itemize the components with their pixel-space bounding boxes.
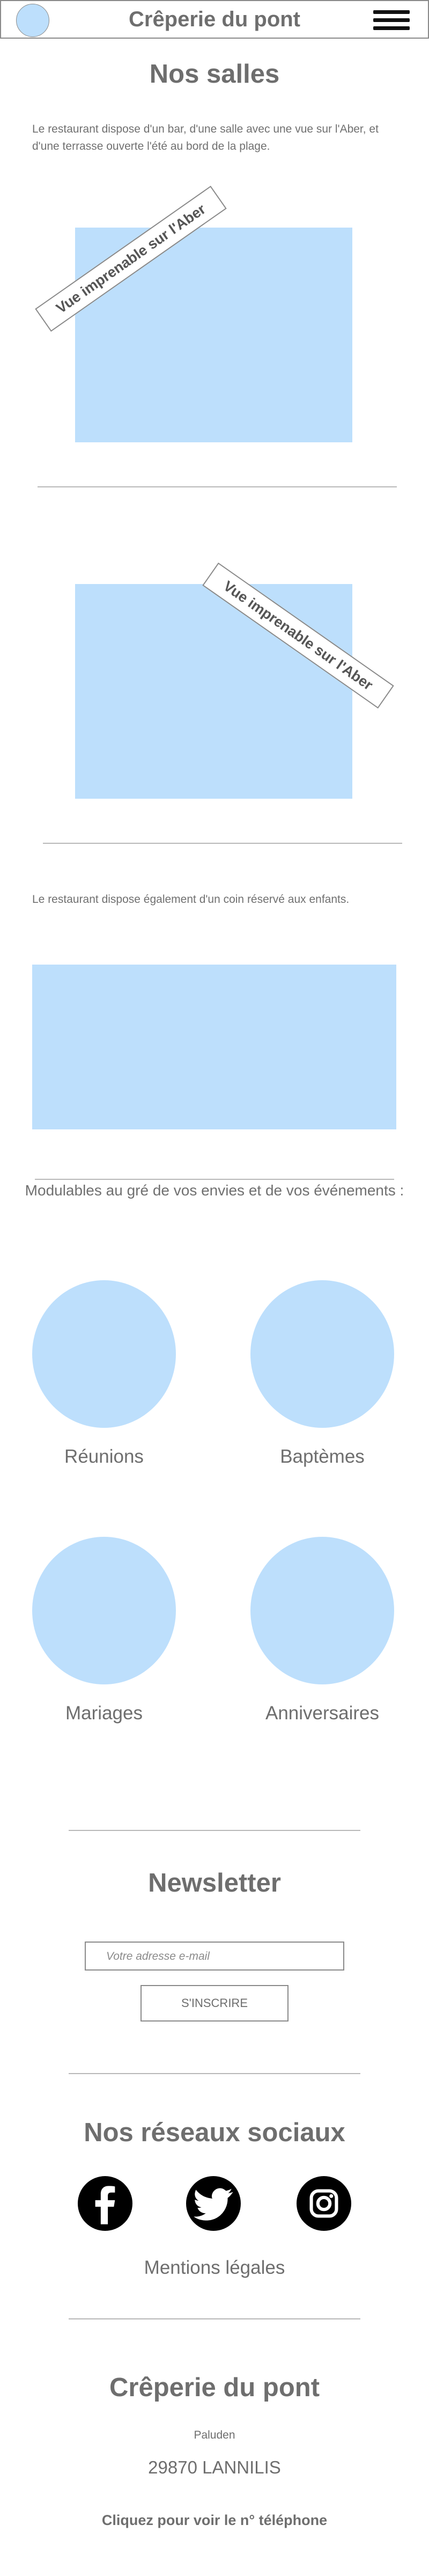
divider xyxy=(69,2318,360,2319)
site-title: Crêperie du pont xyxy=(128,8,301,31)
divider xyxy=(69,2073,360,2074)
event-label-meetings: Réunions xyxy=(64,1446,144,1467)
phone-reveal-link[interactable]: Cliquez pour voir le n° téléphone xyxy=(0,2512,429,2529)
birthdays-circle xyxy=(250,1537,394,1684)
divider xyxy=(43,843,402,844)
kids-area-photo-placeholder xyxy=(32,965,396,1129)
footer-city: 29870 LANNILIS xyxy=(148,2457,281,2477)
divider xyxy=(38,486,397,487)
event-label-birthdays: Anniversaires xyxy=(265,1703,380,1724)
event-label-baptisms: Baptèmes xyxy=(280,1446,365,1467)
modular-text: Modulables au gré de vos envies et de vo… xyxy=(25,1182,404,1199)
instagram-icon[interactable] xyxy=(297,2176,351,2231)
event-label-weddings: Mariages xyxy=(65,1703,143,1724)
weddings-circle xyxy=(32,1537,176,1684)
email-field[interactable]: Votre adresse e-mail xyxy=(85,1942,344,1971)
hamburger-menu-icon[interactable] xyxy=(373,10,410,32)
newsletter-title: Newsletter xyxy=(148,1869,281,1898)
salles-title: Nos salles xyxy=(149,60,280,89)
room-photo-placeholder xyxy=(75,584,352,799)
baptisms-circle xyxy=(250,1280,394,1428)
subscribe-button[interactable]: S'INSCRIRE xyxy=(140,1985,289,2022)
meetings-circle xyxy=(32,1280,176,1428)
salles-intro-text: Le restaurant dispose d'un bar, d'une sa… xyxy=(32,123,379,152)
site-header: Crêperie du pont xyxy=(0,0,429,39)
legal-notice-link[interactable]: Mentions légales xyxy=(0,2257,429,2279)
footer-locality: Paluden xyxy=(194,2429,235,2441)
facebook-icon[interactable] xyxy=(78,2176,132,2231)
divider xyxy=(69,1830,360,1831)
footer-title: Crêperie du pont xyxy=(109,2373,320,2402)
social-title: Nos réseaux sociaux xyxy=(84,2118,345,2147)
divider xyxy=(35,1179,394,1180)
kids-area-text: Le restaurant dispose également d'un coi… xyxy=(32,893,350,906)
twitter-icon[interactable] xyxy=(186,2176,241,2231)
